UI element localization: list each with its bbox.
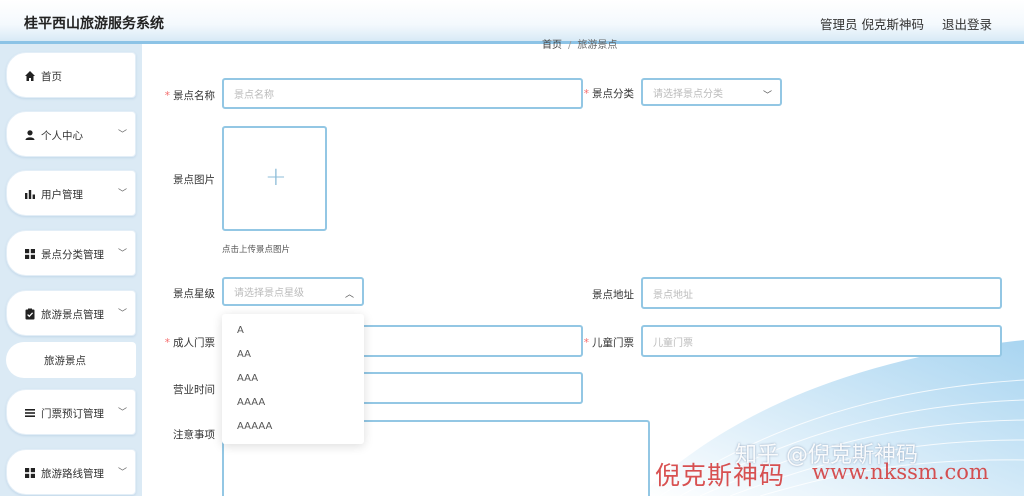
star-option-aaaa[interactable]: AAAA (237, 397, 265, 408)
upload-tip: 点击上传景点图片 (222, 245, 291, 255)
current-user: 管理员 倪克斯神码 (820, 17, 924, 32)
sidebar-item-label: 旅游景点管理 (41, 309, 104, 321)
image-label: 景点图片 (173, 174, 215, 186)
logout-link[interactable]: 退出登录 (942, 14, 992, 33)
sidebar-item-label: 首页 (41, 71, 62, 83)
star-option-aa[interactable]: AA (237, 349, 251, 360)
name-label: * 景点名称 (164, 90, 215, 102)
url-watermark: www.nkssm.com (812, 460, 989, 484)
sidebar-item-users[interactable]: 用户管理 ﹀ (6, 170, 136, 216)
star-dropdown-menu: A AA AAA AAAA AAAAA (222, 314, 364, 444)
user-icon (25, 130, 35, 140)
text-watermark: 倪克斯神码 (655, 461, 786, 490)
sidebar-item-home[interactable]: 首页 (6, 52, 136, 98)
grid-icon (25, 249, 35, 259)
sidebar-item-attractions[interactable]: 旅游景点管理 ﹀ (6, 290, 136, 336)
breadcrumb: 首页 / 旅游景点 (542, 36, 617, 51)
chevron-down-icon: ﹀ (762, 91, 772, 101)
star-option-aaa[interactable]: AAA (237, 373, 258, 384)
address-input[interactable]: 景点地址 (641, 277, 1002, 309)
sidebar-item-routes[interactable]: 旅游路线管理 ﹀ (6, 449, 136, 495)
sidebar-item-label: 用户管理 (41, 189, 83, 201)
app-title: 桂平西山旅游服务系统 (24, 16, 164, 32)
image-upload[interactable]: + (222, 126, 327, 231)
top-header: 桂平西山旅游服务系统 管理员 倪克斯神码 退出登录 (0, 0, 1024, 44)
sidebar-item-label: 门票预订管理 (41, 408, 104, 420)
sidebar-item-label: 景点分类管理 (41, 249, 104, 261)
list-icon (25, 409, 35, 417)
sidebar-subitem-label: 旅游景点 (44, 355, 86, 367)
star-label: 景点星级 (173, 288, 215, 300)
sidebar-item-label: 旅游路线管理 (41, 468, 104, 480)
clipboard-icon (25, 308, 35, 320)
chevron-down-icon: ﹀ (117, 309, 127, 319)
child-ticket-label: * 儿童门票 (583, 337, 634, 349)
chevron-down-icon: ﹀ (117, 130, 127, 140)
star-option-a[interactable]: A (237, 325, 244, 336)
address-label: 景点地址 (592, 289, 634, 301)
sidebar-item-tickets[interactable]: 门票预订管理 ﹀ (6, 389, 136, 435)
bar-chart-icon (25, 190, 35, 199)
sidebar-subitem-attractions[interactable]: 旅游景点 (6, 342, 136, 378)
star-option-aaaaa[interactable]: AAAAA (237, 421, 272, 432)
sidebar-item-label: 个人中心 (41, 130, 83, 142)
plus-icon: + (265, 162, 287, 192)
breadcrumb-home[interactable]: 首页 (542, 40, 562, 51)
notes-label: 注意事项 (173, 429, 215, 441)
star-select[interactable]: 请选择景点星级 ︿ (222, 277, 364, 306)
category-select[interactable]: 请选择景点分类 ﹀ (641, 78, 782, 106)
sidebar-item-category[interactable]: 景点分类管理 ﹀ (6, 230, 136, 276)
sidebar: 首页 个人中心 ﹀ 用户管理 ﹀ 景点分类管理 ﹀ 旅游景点管理 ﹀ 旅游景点 … (0, 44, 142, 496)
name-input[interactable]: 景点名称 (222, 78, 583, 109)
adult-ticket-label: * 成人门票 (164, 337, 215, 349)
chevron-down-icon: ﹀ (117, 249, 127, 259)
breadcrumb-current: 旅游景点 (577, 40, 618, 51)
grid-icon (25, 468, 35, 478)
child-ticket-input[interactable]: 儿童门票 (641, 325, 1002, 357)
chevron-up-icon: ︿ (344, 290, 354, 300)
home-icon (25, 71, 35, 81)
sidebar-item-profile[interactable]: 个人中心 ﹀ (6, 111, 136, 157)
chevron-down-icon: ﹀ (117, 408, 127, 418)
chevron-down-icon: ﹀ (117, 189, 127, 199)
chevron-down-icon: ﹀ (117, 468, 127, 478)
hours-label: 营业时间 (173, 384, 215, 396)
breadcrumb-separator: / (568, 40, 572, 51)
category-label: * 景点分类 (583, 88, 634, 100)
